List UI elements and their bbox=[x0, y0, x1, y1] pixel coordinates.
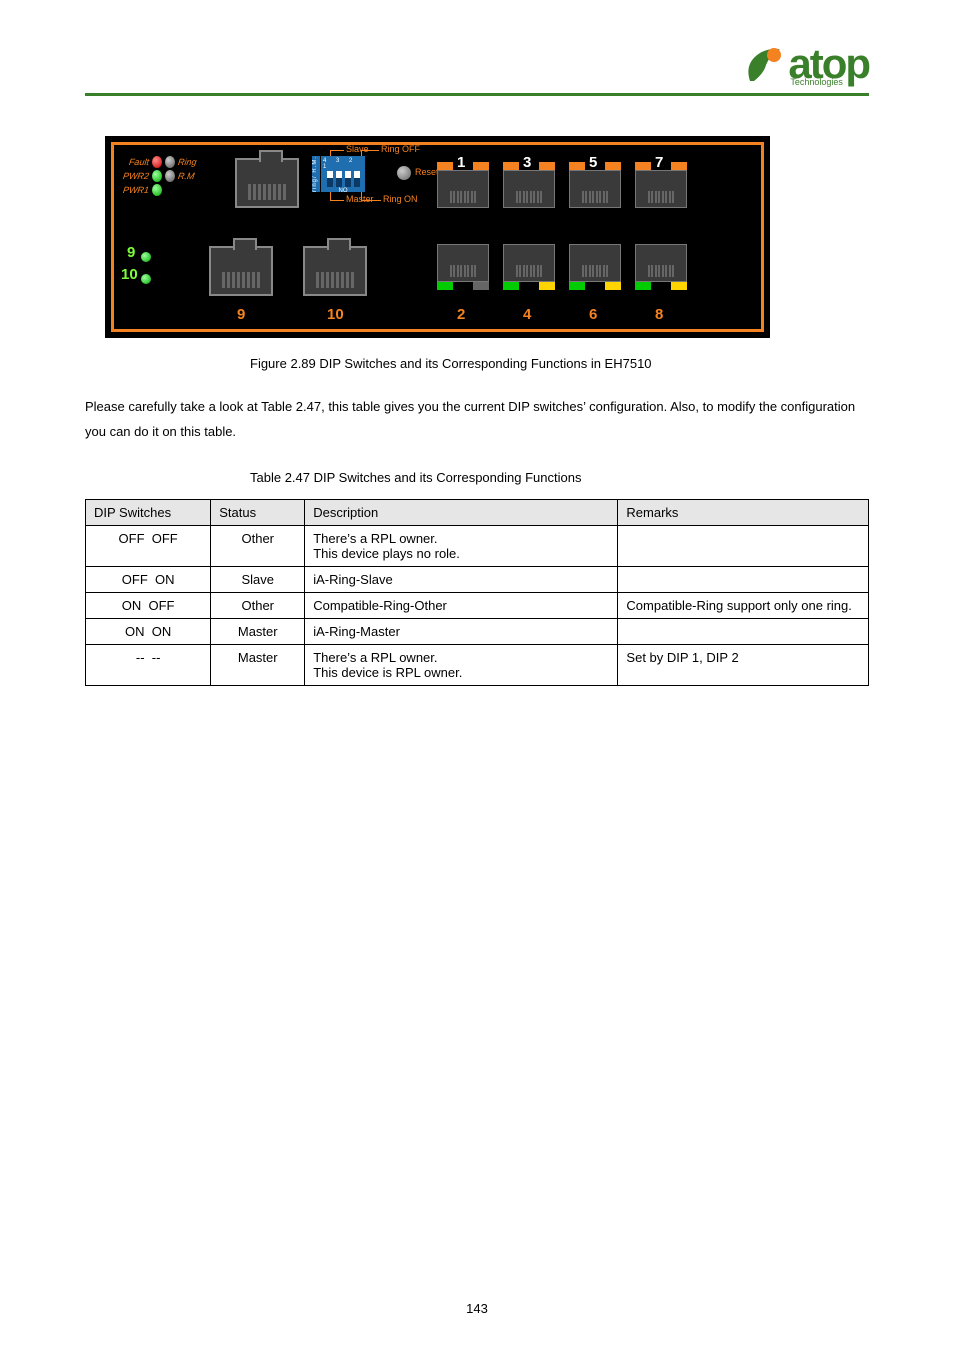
led-pwr1-label: PWR1 bbox=[116, 185, 149, 195]
cell-desc: Compatible-Ring-Other bbox=[305, 593, 618, 619]
logo-word: atop bbox=[788, 48, 869, 80]
th-remarks: Remarks bbox=[618, 500, 869, 526]
led-rm bbox=[165, 170, 175, 182]
dip-config-table: DIP Switches Status Description Remarks … bbox=[85, 499, 869, 686]
console-port bbox=[235, 158, 299, 208]
table-ref-link: Table 2.47 bbox=[261, 399, 321, 414]
port-9 bbox=[209, 246, 273, 296]
port-1 bbox=[437, 160, 489, 208]
dip-sw-3[interactable] bbox=[336, 171, 342, 187]
callout-reset: Reset bbox=[415, 167, 439, 177]
port-8 bbox=[635, 244, 687, 292]
th-status: Status bbox=[211, 500, 305, 526]
cell-desc: iA-Ring-Slave bbox=[305, 567, 618, 593]
cell-desc: There’s a RPL owner. This device is RPL … bbox=[305, 645, 618, 686]
cell-dip: ON ON bbox=[86, 619, 211, 645]
dip-side-label: ring/ R.M. bbox=[312, 156, 320, 192]
port-num-10-bottom: 10 bbox=[327, 306, 344, 323]
dip-sw-4[interactable] bbox=[327, 171, 333, 187]
cell-dip: OFF OFF bbox=[86, 526, 211, 567]
table-row: -- -- Master There’s a RPL owner. This d… bbox=[86, 645, 869, 686]
cell-status: Other bbox=[211, 593, 305, 619]
cell-status: Other bbox=[211, 526, 305, 567]
table-caption: Table 2.47 DIP Switches and its Correspo… bbox=[250, 466, 869, 491]
port-6 bbox=[569, 244, 621, 292]
callout-slave: Slave bbox=[346, 144, 369, 154]
callout-ringoff: Ring OFF bbox=[381, 144, 420, 154]
cell-remarks bbox=[618, 526, 869, 567]
cell-dip: ON OFF bbox=[86, 593, 211, 619]
cell-desc: iA-Ring-Master bbox=[305, 619, 618, 645]
led-fault bbox=[152, 156, 162, 168]
table-header-row: DIP Switches Status Description Remarks bbox=[86, 500, 869, 526]
side-num-9: 9 bbox=[127, 244, 135, 261]
callout-ringon: Ring ON bbox=[383, 194, 418, 204]
device-diagram: Fault Ring PWR2 R.M PWR1 bbox=[105, 136, 869, 338]
cell-remarks: Set by DIP 1, DIP 2 bbox=[618, 645, 869, 686]
port-num-8: 8 bbox=[655, 306, 663, 323]
side-led-10 bbox=[141, 274, 151, 284]
led-pwr2 bbox=[152, 170, 162, 182]
cell-remarks bbox=[618, 567, 869, 593]
port-num-2: 2 bbox=[457, 306, 465, 323]
cell-status: Master bbox=[211, 619, 305, 645]
para1-a: Please carefully take a look at bbox=[85, 399, 261, 414]
cell-dip: -- -- bbox=[86, 645, 211, 686]
port-7 bbox=[635, 160, 687, 208]
cell-status: Master bbox=[211, 645, 305, 686]
cell-remarks bbox=[618, 619, 869, 645]
led-rm-label: R.M bbox=[177, 171, 210, 181]
dip-sw-2[interactable] bbox=[345, 171, 351, 187]
table-row: OFF ON Slave iA-Ring-Slave bbox=[86, 567, 869, 593]
reset-button[interactable] bbox=[397, 166, 411, 180]
status-led-block: Fault Ring PWR2 R.M PWR1 bbox=[117, 156, 210, 198]
table-row: ON ON Master iA-Ring-Master bbox=[86, 619, 869, 645]
dip-sw-1[interactable] bbox=[354, 171, 360, 187]
table-row: OFF OFF Other There’s a RPL owner. This … bbox=[86, 526, 869, 567]
header-rule bbox=[85, 93, 869, 96]
cell-remarks: Compatible-Ring support only one ring. bbox=[618, 593, 869, 619]
cell-desc: There’s a RPL owner. This device plays n… bbox=[305, 526, 618, 567]
page-number: 143 bbox=[0, 1301, 954, 1316]
side-led-9 bbox=[141, 252, 151, 262]
port-4 bbox=[503, 244, 555, 292]
dip-numbers: 4 3 2 1 bbox=[323, 158, 363, 170]
port-num-4: 4 bbox=[523, 306, 531, 323]
led-pwr1 bbox=[152, 184, 162, 196]
brand-logo: atop Technologies bbox=[744, 45, 869, 87]
th-dip: DIP Switches bbox=[86, 500, 211, 526]
page-header: atop Technologies bbox=[85, 45, 869, 87]
port-10 bbox=[303, 246, 367, 296]
side-num-10: 10 bbox=[121, 266, 138, 283]
dip-switch-block: 4 3 2 1 NO bbox=[321, 156, 365, 192]
led-ring bbox=[165, 156, 175, 168]
port-5 bbox=[569, 160, 621, 208]
port-2 bbox=[437, 244, 489, 292]
th-desc: Description bbox=[305, 500, 618, 526]
cell-dip: OFF ON bbox=[86, 567, 211, 593]
table-row: ON OFF Other Compatible-Ring-Other Compa… bbox=[86, 593, 869, 619]
figure-caption: Figure 2.89 DIP Switches and its Corresp… bbox=[250, 356, 869, 371]
led-pwr2-label: PWR2 bbox=[116, 171, 149, 181]
led-fault-label: Fault bbox=[116, 157, 149, 167]
logo-leaf-icon bbox=[744, 45, 786, 87]
port-3 bbox=[503, 160, 555, 208]
logo-sub: Technologies bbox=[790, 77, 843, 87]
cell-status: Slave bbox=[211, 567, 305, 593]
callout-master: Master bbox=[346, 194, 374, 204]
port-num-9-bottom: 9 bbox=[237, 306, 245, 323]
paragraph-1: Please carefully take a look at Table 2.… bbox=[85, 395, 869, 444]
led-ring-label: Ring bbox=[177, 157, 210, 167]
port-num-6: 6 bbox=[589, 306, 597, 323]
